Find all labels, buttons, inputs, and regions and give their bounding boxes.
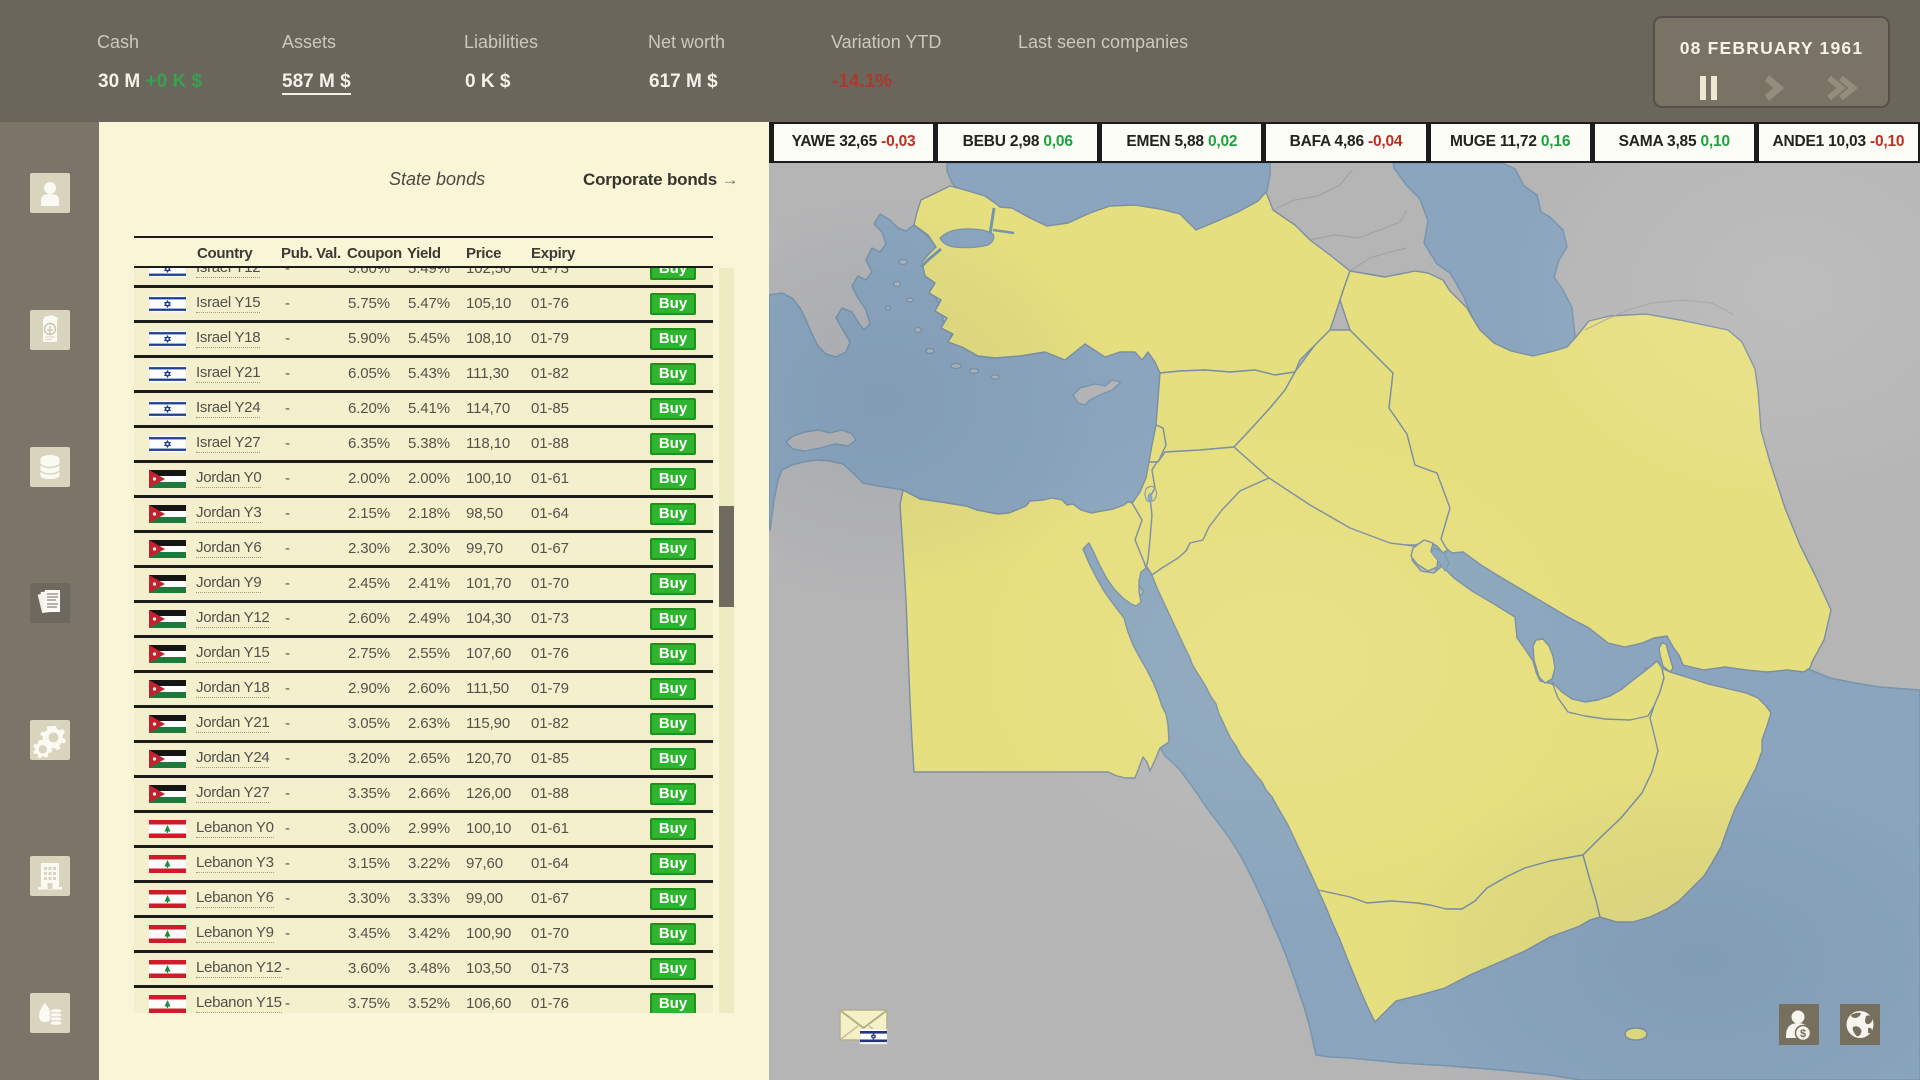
svg-text:$: $ — [1800, 1028, 1806, 1040]
